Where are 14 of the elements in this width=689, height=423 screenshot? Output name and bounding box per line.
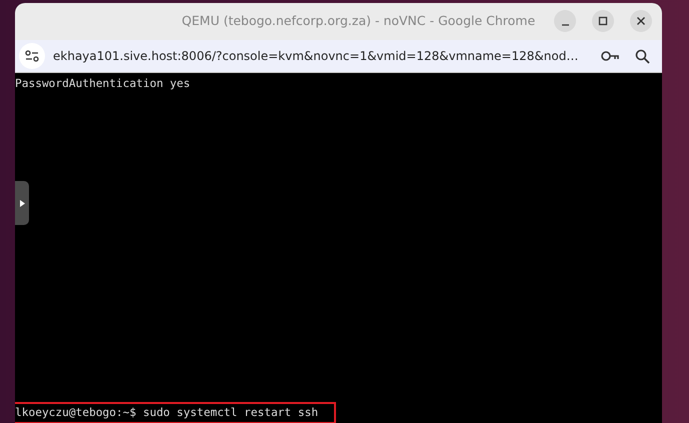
minimize-icon bbox=[562, 24, 568, 26]
window-title: QEMU (tebogo.nefcorp.org.za) - noVNC - Google Chrome bbox=[182, 12, 536, 30]
close-icon bbox=[636, 16, 646, 26]
maximize-button[interactable] bbox=[592, 10, 614, 32]
settings-icon bbox=[25, 50, 39, 62]
terminal-line: PasswordAuthentication yes bbox=[15, 76, 192, 92]
close-button[interactable] bbox=[630, 10, 652, 32]
maximize-icon bbox=[598, 16, 608, 26]
caret-icon bbox=[20, 200, 24, 206]
terminal-line: lkoeyczu@tebogo:~$ sudo systemctl restart ssh bbox=[15, 404, 334, 422]
control-bar-handle[interactable] bbox=[15, 181, 29, 225]
zoom-icon[interactable] bbox=[635, 48, 650, 64]
site-settings-button[interactable] bbox=[19, 43, 45, 69]
key-icon[interactable] bbox=[601, 51, 619, 61]
